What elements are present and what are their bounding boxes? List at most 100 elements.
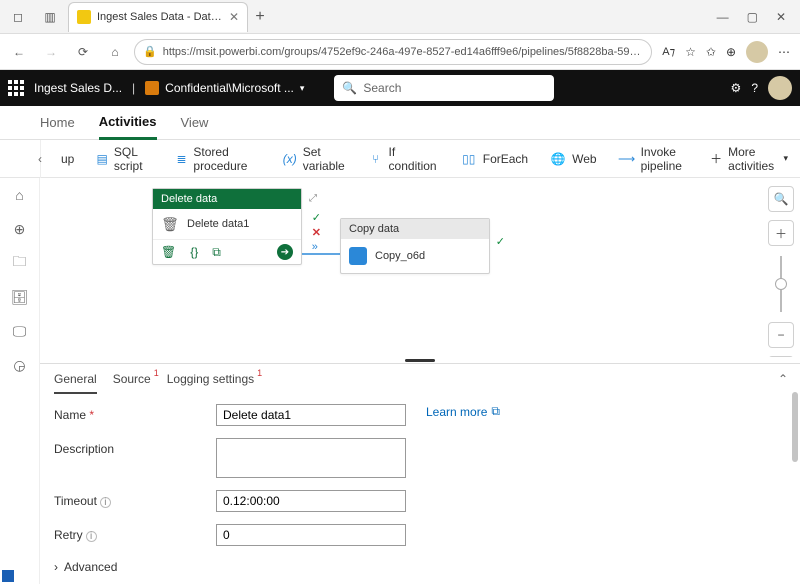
monitor-icon[interactable]: 🖵 xyxy=(11,322,29,340)
tab-close-icon[interactable]: ✕ xyxy=(229,10,239,24)
app-launcher-icon[interactable] xyxy=(8,80,24,96)
scroll-left-icon[interactable]: ‹ xyxy=(0,140,41,178)
loop-icon: ▯▯ xyxy=(461,151,477,167)
info-icon[interactable]: i xyxy=(86,531,97,542)
clone-icon[interactable]: ⧉ xyxy=(212,245,221,260)
home-button[interactable]: ⌂ xyxy=(102,39,128,65)
home-icon[interactable]: ⌂ xyxy=(11,186,29,204)
lock-icon: 🔒 xyxy=(143,45,157,58)
label-retry: Retryi xyxy=(54,524,204,542)
search-box[interactable]: 🔍 Search xyxy=(334,75,554,101)
browser-tab[interactable]: Ingest Sales Data - Data enginee ✕ xyxy=(68,2,248,32)
powerbi-favicon-icon xyxy=(77,10,91,24)
tab-activities[interactable]: Activities xyxy=(99,106,157,140)
breadcrumb[interactable]: Ingest Sales D... xyxy=(34,81,122,95)
pipeline-icon: ⟶ xyxy=(619,151,635,167)
personal-icon[interactable]: ◻ xyxy=(4,3,32,31)
collections-icon[interactable]: ⊕ xyxy=(726,45,736,59)
tool-web[interactable]: 🌐Web xyxy=(544,147,602,171)
sensitivity-text: Confidential\Microsoft ... xyxy=(165,81,294,95)
window-maximize-icon[interactable]: ▢ xyxy=(747,10,758,24)
tool-foreach[interactable]: ▯▯ForEach xyxy=(455,147,534,171)
forward-button: → xyxy=(38,39,64,65)
window-minimize-icon[interactable]: — xyxy=(717,10,729,24)
node-header: Copy data xyxy=(341,219,489,239)
tab-home[interactable]: Home xyxy=(40,106,75,140)
canvas-controls: 🔍 ＋ − ⛶ ▦ xyxy=(768,186,794,357)
chevron-right-icon: › xyxy=(54,560,58,574)
tool-up[interactable]: up xyxy=(55,148,80,170)
timeout-input[interactable] xyxy=(216,490,406,512)
tool-set-variable[interactable]: (x)Set variable xyxy=(277,141,353,177)
datahub-icon[interactable]: 🗄 xyxy=(11,288,29,306)
zoom-out-button[interactable]: − xyxy=(768,322,794,348)
tabs-icon[interactable]: ▥ xyxy=(36,3,64,31)
zoom-in-button[interactable]: ＋ xyxy=(768,220,794,246)
workspaces-icon[interactable]: ◶ xyxy=(11,356,29,374)
activity-node-delete-data[interactable]: Delete data ⤢ 🗑 Delete data1 ✓ ✕ » 🗑 {} … xyxy=(152,188,302,265)
fit-to-screen-button[interactable]: ⛶ xyxy=(768,356,794,357)
profile-avatar-icon[interactable] xyxy=(746,41,768,63)
settings-icon[interactable]: ⚙ xyxy=(731,81,742,95)
scrollbar-thumb[interactable] xyxy=(792,392,798,462)
plus-icon: ＋ xyxy=(710,150,722,167)
favorite-icon[interactable]: ☆ xyxy=(685,45,696,59)
sensitivity-label[interactable]: Confidential\Microsoft ... ▾ xyxy=(145,81,304,95)
create-icon[interactable]: ⊕ xyxy=(11,220,29,238)
chevron-down-icon: ▾ xyxy=(300,83,305,94)
prop-tab-logging[interactable]: Logging settings xyxy=(167,372,254,394)
browser-address-bar: ← → ⟳ ⌂ 🔒 https://msit.powerbi.com/group… xyxy=(0,34,800,70)
success-indicator-icon: ✓ xyxy=(312,211,321,224)
code-icon[interactable]: {} xyxy=(190,245,198,259)
left-sidebar: ⌂ ⊕ 🗀 🗄 🖵 ◶ xyxy=(0,178,40,584)
label-name: Name * xyxy=(54,404,204,422)
chevron-down-icon: ▾ xyxy=(783,153,788,164)
window-close-icon[interactable]: ✕ xyxy=(776,10,786,24)
learn-more-link[interactable]: Learn more ⧉ xyxy=(426,404,500,419)
pipeline-canvas[interactable]: 🔍 ＋ − ⛶ ▦ Delete data ⤢ 🗑 Delete data1 ✓… xyxy=(40,178,800,357)
refresh-button[interactable]: ⟳ xyxy=(70,39,96,65)
help-icon[interactable]: ? xyxy=(751,81,758,95)
browse-icon[interactable]: 🗀 xyxy=(11,254,29,272)
activity-node-copy-data[interactable]: Copy data Copy_o6d ✓ xyxy=(340,218,490,274)
delete-activity-icon[interactable]: 🗑 xyxy=(161,245,176,259)
app-bar: Ingest Sales D... | Confidential\Microso… xyxy=(0,70,800,106)
resize-handle-icon[interactable]: ⤢ xyxy=(309,193,317,204)
tool-if-condition[interactable]: ⑂If condition xyxy=(363,141,445,177)
tool-invoke-pipeline[interactable]: ⟶Invoke pipeline xyxy=(613,141,701,177)
info-icon[interactable]: i xyxy=(100,497,111,508)
new-tab-button[interactable]: + xyxy=(248,8,272,26)
pipeline-connector xyxy=(302,248,342,250)
description-input[interactable] xyxy=(216,438,406,478)
more-menu-icon[interactable]: ⋯ xyxy=(778,45,790,59)
more-activities-button[interactable]: ＋ More activities ▾ xyxy=(710,145,788,173)
tool-stored-procedure[interactable]: ≣Stored procedure xyxy=(170,141,267,177)
favorites-bar-icon[interactable]: ✩ xyxy=(706,45,716,59)
user-avatar-icon[interactable] xyxy=(768,76,792,100)
node-label: Copy_o6d xyxy=(375,250,425,262)
advanced-toggle[interactable]: › Advanced xyxy=(54,558,788,574)
shield-icon xyxy=(145,81,159,95)
node-label: Delete data1 xyxy=(187,218,249,230)
prop-tab-source[interactable]: Source xyxy=(113,372,151,394)
page-tabs: Home Activities View xyxy=(0,106,800,140)
name-input[interactable] xyxy=(216,404,406,426)
zoom-slider[interactable] xyxy=(780,256,782,312)
collapse-panel-icon[interactable]: ⌃ xyxy=(778,372,788,386)
search-placeholder: Search xyxy=(363,81,401,95)
url-box[interactable]: 🔒 https://msit.powerbi.com/groups/4752ef… xyxy=(134,39,652,65)
back-button[interactable]: ← xyxy=(6,39,32,65)
node-actions: 🗑 {} ⧉ ➔ xyxy=(153,239,301,264)
prop-tab-general[interactable]: General xyxy=(54,372,97,394)
tool-sql-script[interactable]: ▤SQL script xyxy=(90,141,159,177)
label-timeout: Timeouti xyxy=(54,490,204,508)
run-icon[interactable]: ➔ xyxy=(277,244,293,260)
branch-icon: ⑂ xyxy=(369,151,383,167)
search-icon: 🔍 xyxy=(342,81,357,95)
read-aloud-icon[interactable]: A⁊ xyxy=(662,45,675,58)
retry-input[interactable] xyxy=(216,524,406,546)
failure-indicator-icon: ✕ xyxy=(312,226,321,239)
tab-view[interactable]: View xyxy=(181,106,209,140)
db-icon: ≣ xyxy=(176,151,188,167)
search-canvas-button[interactable]: 🔍 xyxy=(768,186,794,212)
